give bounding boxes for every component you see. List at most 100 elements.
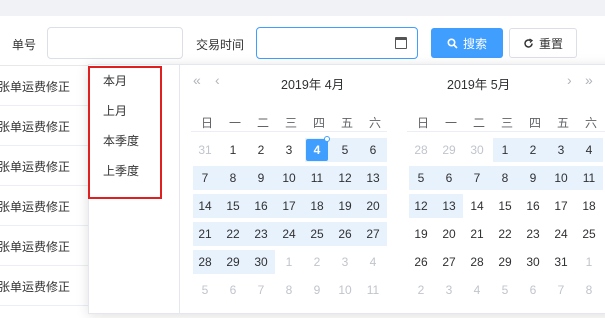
calendar-day[interactable]: 8 — [494, 167, 516, 189]
calendar-day[interactable]: 12 — [410, 195, 432, 217]
calendar-day[interactable]: 5 — [494, 279, 516, 301]
calendar-day[interactable]: 18 — [578, 195, 600, 217]
next-year-button[interactable]: » — [585, 72, 593, 88]
calendar-day[interactable]: 23 — [522, 223, 544, 245]
calendar-day[interactable]: 9 — [522, 167, 544, 189]
calendar-day[interactable]: 22 — [494, 223, 516, 245]
calendar-day[interactable]: 11 — [362, 279, 384, 301]
calendar-day[interactable]: 6 — [438, 167, 460, 189]
shortcut-last-month[interactable]: 上月 — [103, 102, 127, 119]
calendar-day[interactable]: 22 — [222, 223, 244, 245]
reset-button[interactable]: 重置 — [509, 28, 577, 58]
calendar-day[interactable]: 14 — [194, 195, 216, 217]
calendar-day[interactable]: 4 — [362, 251, 384, 273]
calendar-day[interactable]: 31 — [550, 251, 572, 273]
shortcut-this-quarter[interactable]: 本季度 — [103, 132, 139, 149]
calendar-day[interactable]: 9 — [250, 167, 272, 189]
calendar-day[interactable]: 16 — [522, 195, 544, 217]
calendar-day[interactable]: 23 — [250, 223, 272, 245]
calendar-day[interactable]: 1 — [278, 251, 300, 273]
calendar-day[interactable]: 8 — [222, 167, 244, 189]
calendar-day[interactable]: 13 — [438, 195, 460, 217]
calendar-day[interactable]: 21 — [194, 223, 216, 245]
calendar-day[interactable]: 28 — [410, 139, 432, 161]
shortcut-last-quarter[interactable]: 上季度 — [103, 162, 139, 179]
calendar-day[interactable]: 27 — [362, 223, 384, 245]
calendar-day[interactable]: 2 — [250, 139, 272, 161]
calendar-day[interactable]: 6 — [522, 279, 544, 301]
trade-time-input[interactable] — [256, 27, 418, 59]
calendar-day[interactable]: 6 — [222, 279, 244, 301]
calendar-day[interactable]: 3 — [550, 139, 572, 161]
calendar-day[interactable]: 31 — [194, 139, 216, 161]
calendar-day[interactable]: 4 — [466, 279, 488, 301]
calendar-day[interactable]: 8 — [278, 279, 300, 301]
calendar-day[interactable]: 24 — [278, 223, 300, 245]
date-range-picker: 本月 上月 本季度 上季度 « ‹ 2019年 4月 日一二三四五六 31 1 2 3 4… — [88, 64, 605, 314]
calendar-day[interactable]: 5 — [334, 139, 356, 161]
shortcut-this-month[interactable]: 本月 — [103, 72, 127, 89]
calendar-day[interactable]: 5 — [410, 167, 432, 189]
left-divider — [191, 131, 387, 132]
calendar-day[interactable]: 7 — [194, 167, 216, 189]
calendar-day[interactable]: 26 — [410, 251, 432, 273]
calendar-day[interactable]: 21 — [466, 223, 488, 245]
calendar-day[interactable]: 1 — [222, 139, 244, 161]
calendar-day[interactable]: 29 — [438, 139, 460, 161]
table-cell-name: 张单运费修正 — [0, 160, 71, 174]
calendar-day[interactable]: 19 — [410, 223, 432, 245]
calendar-day[interactable]: 13 — [362, 167, 384, 189]
order-no-input[interactable] — [47, 27, 183, 59]
calendar-day[interactable]: 6 — [362, 139, 384, 161]
calendar-day[interactable]: 5 — [194, 279, 216, 301]
calendar-day[interactable]: 25 — [578, 223, 600, 245]
calendar-day[interactable]: 18 — [306, 195, 328, 217]
calendar-day[interactable]: 10 — [550, 167, 572, 189]
calendar-day[interactable]: 7 — [466, 167, 488, 189]
calendar-day[interactable]: 28 — [466, 251, 488, 273]
next-month-button[interactable]: › — [567, 72, 572, 88]
calendar-day[interactable]: 11 — [306, 167, 328, 189]
calendar-day[interactable]: 19 — [334, 195, 356, 217]
calendar-day[interactable]: 1 — [578, 251, 600, 273]
calendar-day[interactable]: 25 — [306, 223, 328, 245]
calendar-day[interactable]: 9 — [306, 279, 328, 301]
calendar-day[interactable]: 3 — [438, 279, 460, 301]
calendar-day[interactable]: 2 — [306, 251, 328, 273]
calendar-day[interactable]: 15 — [494, 195, 516, 217]
calendar-day[interactable]: 7 — [250, 279, 272, 301]
calendar-day[interactable]: 29 — [494, 251, 516, 273]
calendar-day[interactable]: 20 — [362, 195, 384, 217]
calendar-day[interactable]: 24 — [550, 223, 572, 245]
calendar-day[interactable]: 11 — [578, 167, 600, 189]
calendar-day[interactable]: 2 — [410, 279, 432, 301]
calendar-day[interactable]: 15 — [222, 195, 244, 217]
calendar-day[interactable]: 4 — [306, 136, 330, 161]
calendar-day[interactable]: 3 — [278, 139, 300, 161]
prev-year-button[interactable]: « — [193, 72, 201, 88]
calendar-day[interactable]: 30 — [466, 139, 488, 161]
search-button[interactable]: 搜索 — [431, 28, 503, 58]
calendar-day[interactable]: 10 — [334, 279, 356, 301]
calendar-day[interactable]: 20 — [438, 223, 460, 245]
calendar-day[interactable]: 30 — [250, 251, 272, 273]
prev-month-button[interactable]: ‹ — [215, 72, 220, 88]
calendar-day[interactable]: 17 — [278, 195, 300, 217]
calendar-day[interactable]: 14 — [466, 195, 488, 217]
calendar-day[interactable]: 30 — [522, 251, 544, 273]
calendar-day[interactable]: 1 — [494, 139, 516, 161]
calendar-day[interactable]: 28 — [194, 251, 216, 273]
calendar-day[interactable]: 2 — [522, 139, 544, 161]
calendar-day[interactable]: 12 — [334, 167, 356, 189]
table-cell-name: 张单运费修正 — [0, 80, 71, 94]
calendar-day[interactable]: 29 — [222, 251, 244, 273]
calendar-day[interactable]: 7 — [550, 279, 572, 301]
calendar-day[interactable]: 10 — [278, 167, 300, 189]
calendar-day[interactable]: 3 — [334, 251, 356, 273]
calendar-day[interactable]: 16 — [250, 195, 272, 217]
calendar-day[interactable]: 26 — [334, 223, 356, 245]
calendar-day[interactable]: 17 — [550, 195, 572, 217]
calendar-day[interactable]: 4 — [578, 139, 600, 161]
calendar-day[interactable]: 27 — [438, 251, 460, 273]
calendar-day[interactable]: 8 — [578, 279, 600, 301]
